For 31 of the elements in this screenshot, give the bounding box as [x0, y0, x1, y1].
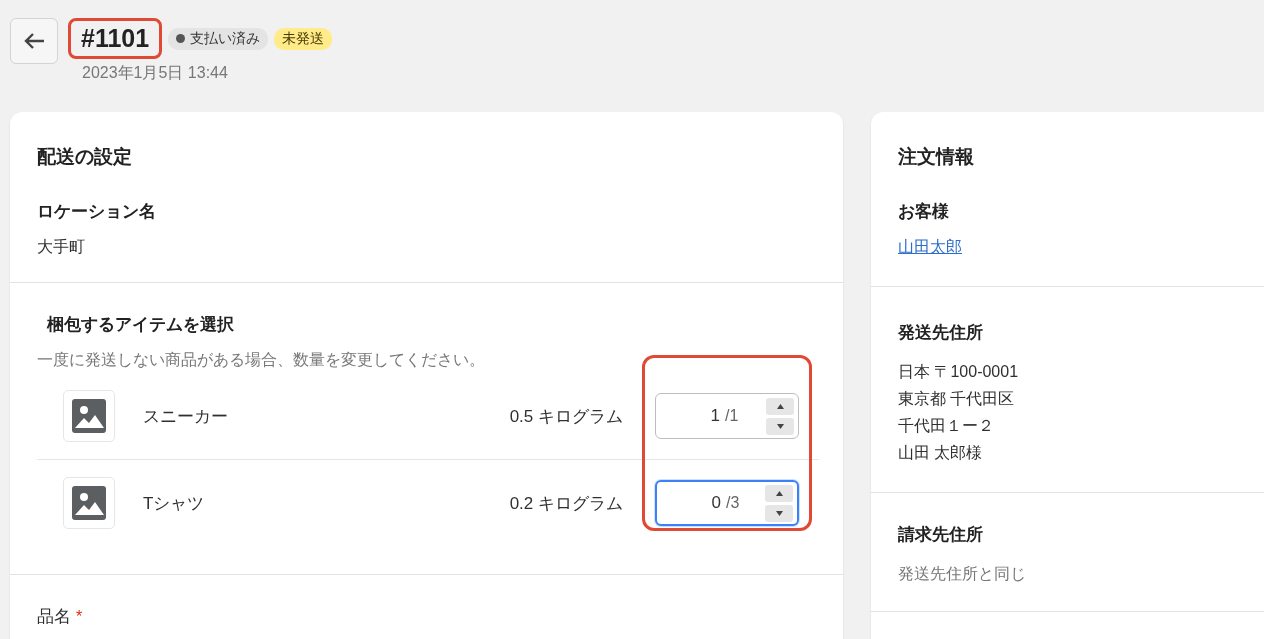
field-label: 品名	[37, 607, 71, 626]
quantity-total: /1	[725, 407, 740, 425]
quantity-input[interactable]: 1	[664, 406, 720, 426]
field-label: お客様	[898, 201, 950, 223]
hint-text: 一度に発送しない商品がある場合、数量を変更してください。	[37, 350, 486, 370]
field-label: 請求先住所	[898, 524, 984, 546]
product-weight: 0.2 キログラム	[509, 492, 623, 515]
section-title: 梱包するアイテムを選択	[47, 314, 235, 336]
address-line: 日本 〒100-0001	[898, 362, 1020, 382]
location-name: 大手町	[37, 237, 86, 257]
address-line: 千代田１ー２	[898, 416, 995, 436]
quantity-input[interactable]: 0	[665, 493, 721, 513]
product-weight: 0.5 キログラム	[509, 405, 623, 428]
required-mark: *	[76, 608, 83, 625]
quantity-field[interactable]: 1 /1	[655, 393, 799, 439]
quantity-total: /3	[726, 494, 741, 512]
product-name: Tシャツ	[143, 492, 206, 515]
order-date: 2023年1月5日 13:44	[81, 63, 229, 83]
section-title: 注文情報	[898, 145, 975, 169]
address-line: 東京都 千代田区	[898, 389, 1016, 409]
payment-status-badge: 支払い済み	[168, 27, 269, 50]
quantity-field[interactable]: 0 /3	[655, 480, 799, 526]
billing-address: 発送先住所と同じ	[898, 564, 1027, 584]
fulfillment-status-badge: 未発送	[274, 27, 333, 50]
customer-link[interactable]: 山田太郎	[898, 238, 962, 255]
order-number: #1101	[68, 18, 163, 59]
field-label: ロケーション名	[37, 201, 157, 223]
section-title: 配送の設定	[37, 145, 133, 169]
product-name: スニーカー	[143, 405, 229, 428]
field-label: 発送先住所	[898, 322, 984, 344]
address-line: 山田 太郎様	[898, 443, 984, 463]
